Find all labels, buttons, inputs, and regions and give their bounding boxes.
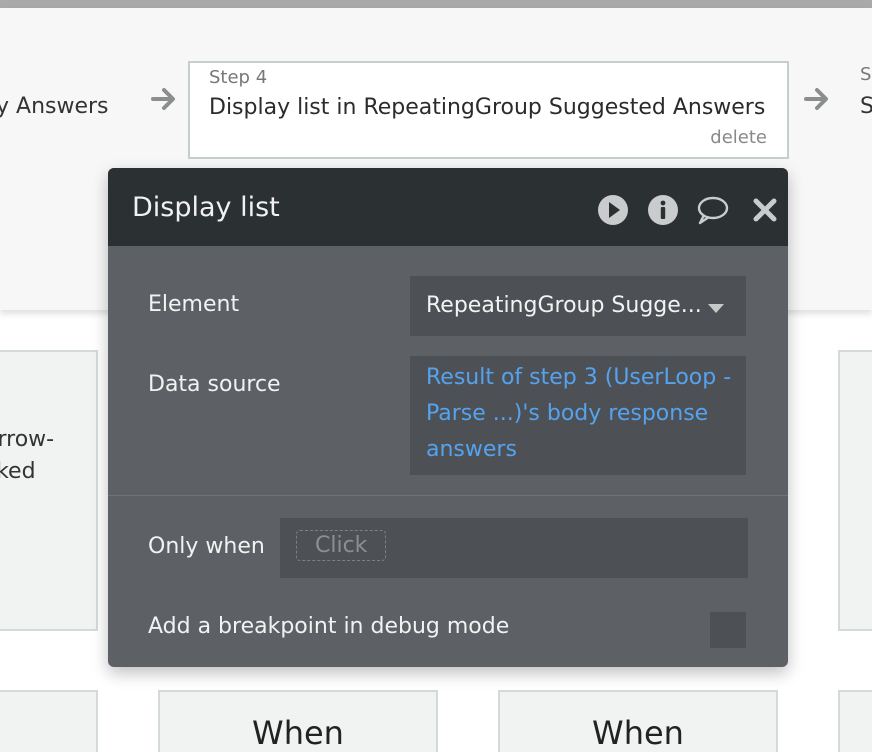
section-divider <box>108 495 788 496</box>
when-label: When <box>592 714 684 752</box>
next-step-number: S <box>860 64 872 85</box>
only-when-label: Only when <box>148 534 265 559</box>
step-4-card[interactable]: Step 4 Display list in RepeatingGroup Su… <box>188 61 789 159</box>
delete-step-link[interactable]: delete <box>710 127 767 148</box>
info-icon[interactable] <box>646 193 680 227</box>
action-property-editor: Display list Element RepeatingGroup Sugg… <box>108 168 788 667</box>
chevron-down-icon <box>708 304 724 313</box>
breakpoint-label: Add a breakpoint in debug mode <box>148 614 510 639</box>
popup-title: Display list <box>132 192 280 223</box>
data-source-field[interactable]: Result of step 3 (UserLoop - Parse ...)'… <box>410 356 746 475</box>
event-card[interactable] <box>0 690 98 752</box>
event-card[interactable]: When <box>498 690 778 752</box>
click-placeholder-chip[interactable]: Click <box>296 530 387 561</box>
comment-icon[interactable] <box>695 193 729 227</box>
event-card[interactable]: When <box>158 690 438 752</box>
next-step-title[interactable]: S <box>860 94 872 119</box>
previous-step-title[interactable]: y Answers <box>0 94 109 119</box>
arrow-right-icon <box>151 88 175 110</box>
event-card-text: arrow- cked <box>0 424 54 488</box>
element-label: Element <box>148 292 240 317</box>
element-dropdown-value: RepeatingGroup Sugge... <box>426 293 702 318</box>
event-card-text-line: cked <box>0 459 36 484</box>
event-card[interactable] <box>838 350 872 631</box>
event-card-text-line: arrow- <box>0 427 55 452</box>
element-dropdown[interactable]: RepeatingGroup Sugge... <box>410 276 746 336</box>
only-when-field[interactable]: Click <box>280 518 748 578</box>
play-icon[interactable] <box>596 193 630 227</box>
breakpoint-checkbox[interactable] <box>710 612 746 648</box>
popup-header: Display list <box>108 168 788 246</box>
top-border-bar <box>0 0 872 8</box>
arrow-right-icon <box>804 88 828 110</box>
data-source-expression[interactable]: Result of step 3 (UserLoop - Parse ...)'… <box>426 360 742 468</box>
close-icon[interactable] <box>748 193 782 227</box>
event-card[interactable] <box>838 690 872 752</box>
step-title: Display list in RepeatingGroup Suggested… <box>209 95 766 120</box>
step-number: Step 4 <box>209 67 268 88</box>
when-label: When <box>252 714 344 752</box>
data-source-label: Data source <box>148 372 281 397</box>
event-card[interactable]: arrow- cked <box>0 350 98 631</box>
